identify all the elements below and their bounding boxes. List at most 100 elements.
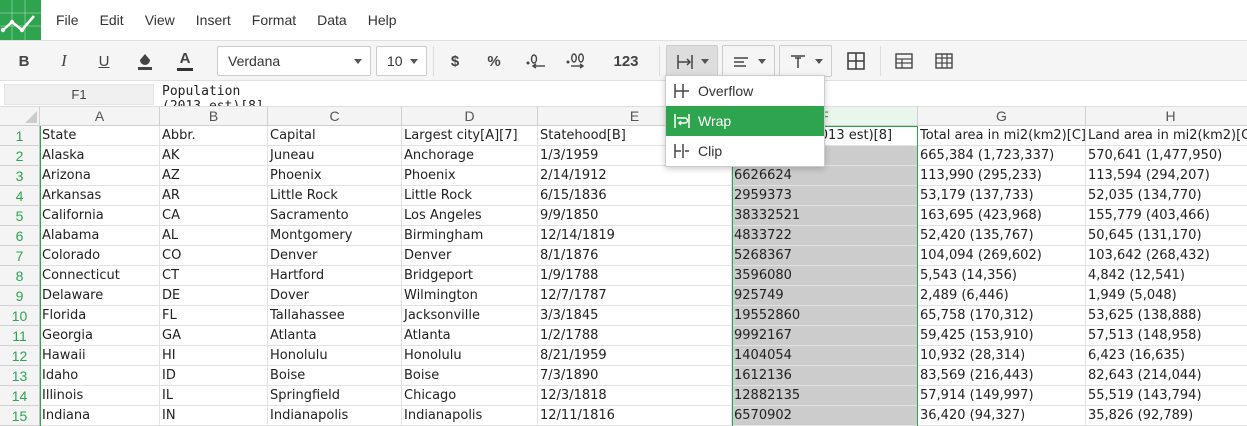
table-cell[interactable]: 12/11/1816	[538, 406, 732, 426]
table-cell[interactable]: 155,779 (403,466)	[1086, 206, 1247, 226]
table-cell[interactable]: 925749	[732, 286, 918, 306]
table-cell[interactable]: 1,949 (5,048)	[1086, 286, 1247, 306]
table-cell[interactable]: 12/7/1787	[538, 286, 732, 306]
table-cell[interactable]: Indianapolis	[268, 406, 402, 426]
menu-insert[interactable]: Insert	[196, 12, 231, 28]
table-cell[interactable]: DE	[160, 286, 268, 306]
row-header[interactable]: 4	[0, 186, 40, 206]
row-header[interactable]: 1	[0, 126, 40, 146]
table-cell[interactable]: Los Angeles	[402, 206, 538, 226]
table-cell[interactable]: Illinois	[40, 386, 160, 406]
table-cell[interactable]: 5268367	[732, 246, 918, 266]
table-cell[interactable]: Bridgeport	[402, 266, 538, 286]
table-cell[interactable]: 12882135	[732, 386, 918, 406]
table-cell[interactable]: 83,569 (216,443)	[918, 366, 1086, 386]
table-cell[interactable]: 50,645 (131,170)	[1086, 226, 1247, 246]
table-cell[interactable]: 2/14/1912	[538, 166, 732, 186]
table-cell[interactable]: 570,641 (1,477,950)	[1086, 146, 1247, 166]
bold-button[interactable]: B	[10, 45, 38, 77]
table-cell[interactable]: Springfield	[268, 386, 402, 406]
table-cell[interactable]: 10,932 (28,314)	[918, 346, 1086, 366]
table-cell[interactable]: 2959373	[732, 186, 918, 206]
font-color-button[interactable]: A	[171, 45, 199, 77]
table-cell[interactable]: 2,489 (6,446)	[918, 286, 1086, 306]
table-cell[interactable]: Tallahassee	[268, 306, 402, 326]
column-header-h[interactable]: H	[1086, 107, 1247, 126]
table-cell[interactable]: 113,990 (295,233)	[918, 166, 1086, 186]
table-cell[interactable]: 8/1/1876	[538, 246, 732, 266]
table-cell[interactable]: CO	[160, 246, 268, 266]
table-cell[interactable]: 82,643 (214,044)	[1086, 366, 1247, 386]
table-cell[interactable]: AR	[160, 186, 268, 206]
table-cell[interactable]: 9992167	[732, 326, 918, 346]
table-cell[interactable]: AZ	[160, 166, 268, 186]
table-cell[interactable]: 65,758 (170,312)	[918, 306, 1086, 326]
table-cell[interactable]: 35,826 (92,789)	[1086, 406, 1247, 426]
table-cell[interactable]: GA	[160, 326, 268, 346]
table-cell[interactable]: Florida	[40, 306, 160, 326]
table-cell[interactable]: Boise	[402, 366, 538, 386]
table-cell[interactable]: Honolulu	[402, 346, 538, 366]
menu-edit[interactable]: Edit	[100, 12, 124, 28]
table-cell[interactable]: Boise	[268, 366, 402, 386]
table-cell[interactable]: Denver	[402, 246, 538, 266]
table-cell[interactable]: 19552860	[732, 306, 918, 326]
table-cell[interactable]: Alabama	[40, 226, 160, 246]
table-cell[interactable]: Connecticut	[40, 266, 160, 286]
table-cell[interactable]: IL	[160, 386, 268, 406]
column-header-g[interactable]: G	[918, 107, 1086, 126]
menu-help[interactable]: Help	[368, 12, 397, 28]
table-cell[interactable]: Georgia	[40, 326, 160, 346]
table-cell[interactable]: 113,594 (294,207)	[1086, 166, 1247, 186]
insert-row-button[interactable]	[890, 45, 918, 77]
row-header[interactable]: 10	[0, 306, 40, 326]
table-cell[interactable]: Denver	[268, 246, 402, 266]
table-cell[interactable]: Honolulu	[268, 346, 402, 366]
table-cell[interactable]: Chicago	[402, 386, 538, 406]
table-cell[interactable]: Arizona	[40, 166, 160, 186]
table-cell[interactable]: 38332521	[732, 206, 918, 226]
menu-data[interactable]: Data	[317, 12, 347, 28]
table-cell[interactable]: Jacksonville	[402, 306, 538, 326]
menu-item-overflow[interactable]: Overflow	[666, 76, 824, 106]
table-cell[interactable]: 57,513 (148,958)	[1086, 326, 1247, 346]
insert-column-button[interactable]	[930, 45, 958, 77]
menu-file[interactable]: File	[56, 12, 79, 28]
table-cell[interactable]: Atlanta	[402, 326, 538, 346]
table-cell[interactable]: ID	[160, 366, 268, 386]
header-cell[interactable]: Abbr.	[160, 126, 268, 146]
header-cell[interactable]: State	[40, 126, 160, 146]
text-wrap-button[interactable]	[666, 45, 718, 77]
column-header-b[interactable]: B	[160, 107, 268, 126]
table-cell[interactable]: Juneau	[268, 146, 402, 166]
table-cell[interactable]: Idaho	[40, 366, 160, 386]
decrease-decimal-button[interactable]	[521, 45, 551, 77]
table-cell[interactable]: 57,914 (149,997)	[918, 386, 1086, 406]
table-cell[interactable]: 3/3/1845	[538, 306, 732, 326]
table-cell[interactable]: Dover	[268, 286, 402, 306]
table-cell[interactable]: California	[40, 206, 160, 226]
table-cell[interactable]: IN	[160, 406, 268, 426]
number-format-button[interactable]: 123	[606, 45, 646, 77]
table-cell[interactable]: 103,642 (268,432)	[1086, 246, 1247, 266]
table-cell[interactable]: Montgomery	[268, 226, 402, 246]
table-cell[interactable]: 7/3/1890	[538, 366, 732, 386]
header-cell[interactable]: Land area in mi2(km2)[C]	[1086, 126, 1247, 146]
fill-color-button[interactable]	[131, 45, 159, 77]
table-cell[interactable]: Delaware	[40, 286, 160, 306]
formula-input[interactable]: Population	[162, 84, 240, 99]
table-cell[interactable]: Alaska	[40, 146, 160, 166]
table-cell[interactable]: AL	[160, 226, 268, 246]
increase-decimal-button[interactable]	[562, 45, 592, 77]
table-cell[interactable]: FL	[160, 306, 268, 326]
row-header[interactable]: 15	[0, 406, 40, 426]
table-cell[interactable]: 1/9/1788	[538, 266, 732, 286]
table-cell[interactable]: 8/21/1959	[538, 346, 732, 366]
table-cell[interactable]: AK	[160, 146, 268, 166]
table-cell[interactable]: Indiana	[40, 406, 160, 426]
table-cell[interactable]: 6570902	[732, 406, 918, 426]
table-cell[interactable]: 9/9/1850	[538, 206, 732, 226]
percent-button[interactable]: %	[480, 45, 508, 77]
table-cell[interactable]: Atlanta	[268, 326, 402, 346]
table-cell[interactable]: 12/14/1819	[538, 226, 732, 246]
